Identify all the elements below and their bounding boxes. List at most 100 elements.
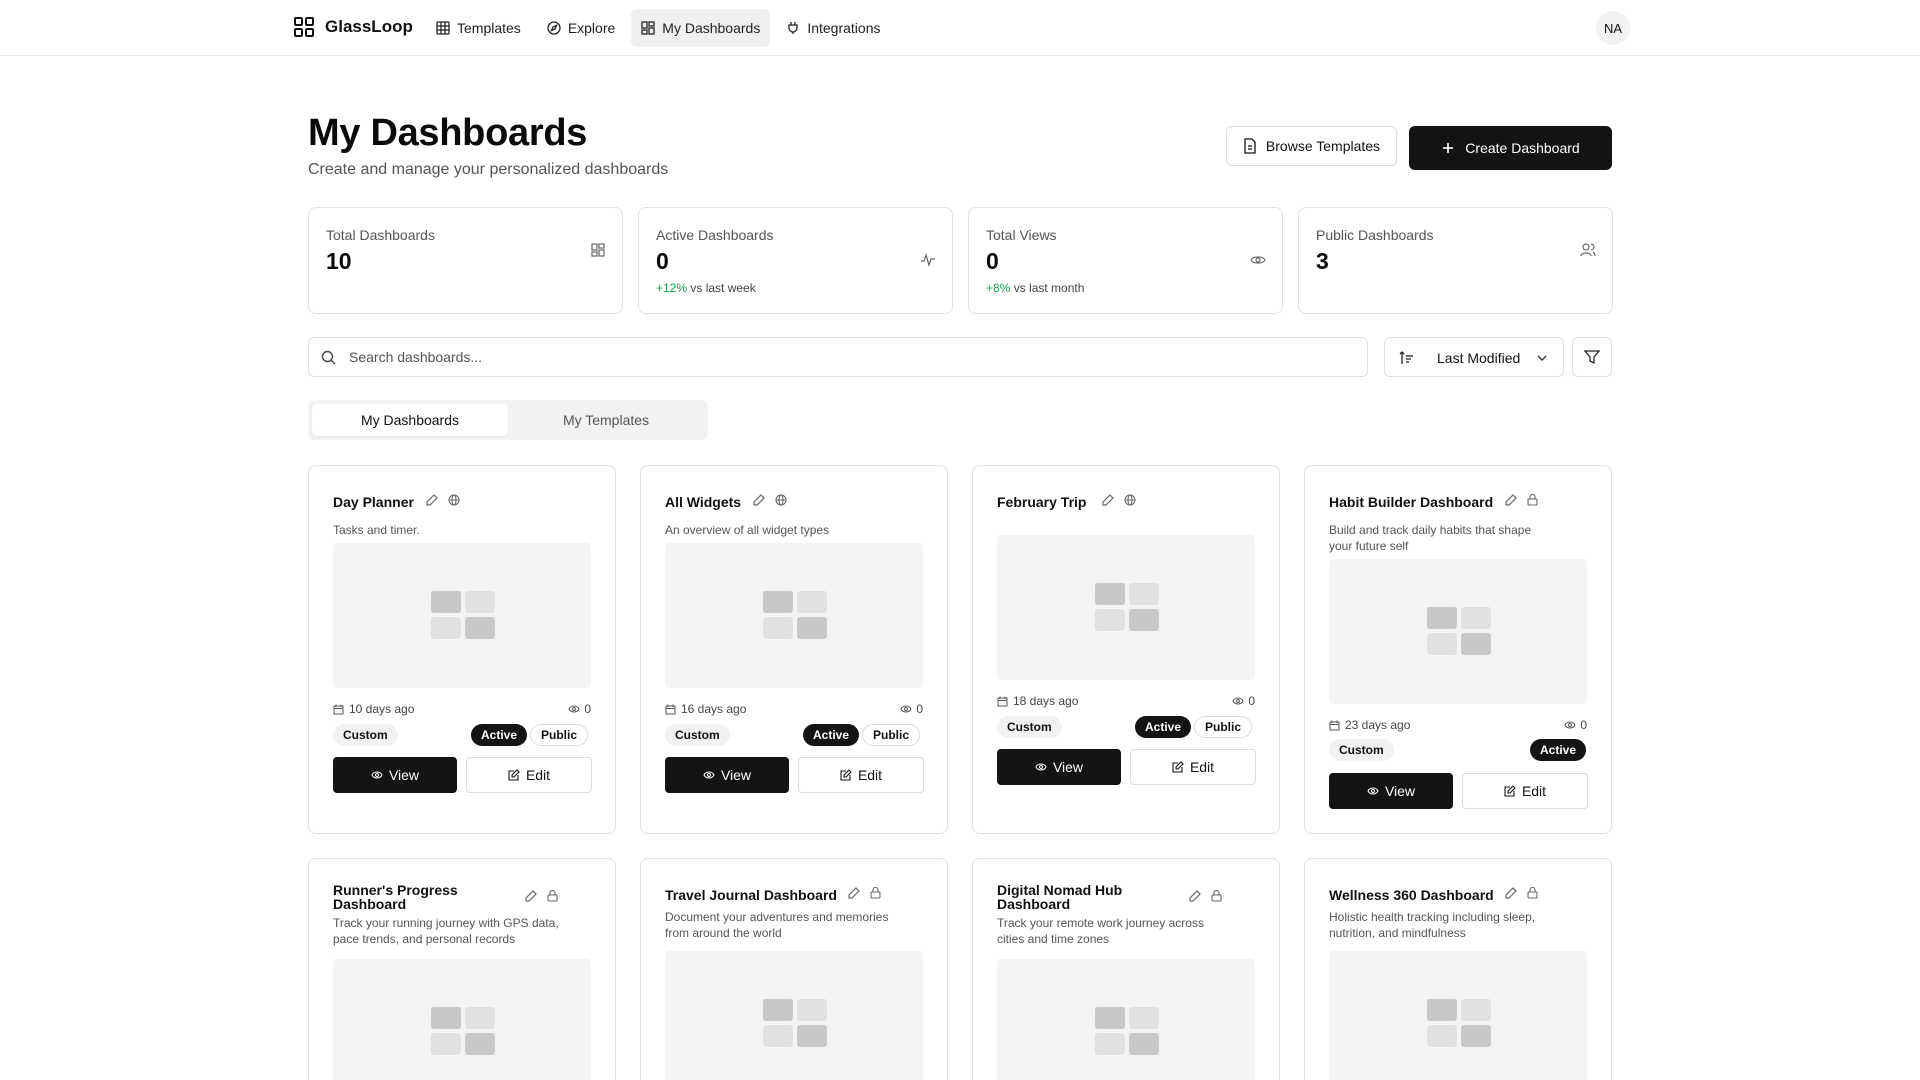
dashboard-card: Runner's Progress Dashboard Track your r… (308, 858, 616, 1080)
card-views-count: 0 (1580, 718, 1587, 732)
tab-my-templates[interactable]: My Templates (508, 404, 704, 436)
card-date-text: 23 days ago (1345, 718, 1411, 732)
pencil-icon[interactable] (426, 494, 438, 506)
card-preview[interactable] (333, 543, 591, 688)
view-label: View (1384, 783, 1416, 799)
chevron-down-icon (1537, 355, 1547, 361)
card-preview[interactable] (333, 959, 591, 1080)
card-preview[interactable] (997, 535, 1255, 680)
card-date: 10 days ago (333, 702, 414, 716)
tab-my-dashboards[interactable]: My Dashboards (312, 404, 508, 436)
dashboard-card: Digital Nomad Hub Dashboard Track your r… (972, 858, 1280, 1080)
users-icon (1580, 243, 1596, 257)
view-label: View (720, 767, 752, 783)
eye-icon (371, 771, 383, 779)
stat-value: 10 (326, 248, 352, 274)
card-title: February Trip (997, 494, 1087, 510)
edit-icon (1504, 785, 1516, 797)
nav-explore[interactable]: Explore (537, 9, 625, 47)
grid-icon (436, 21, 450, 35)
edit-button[interactable]: Edit (798, 757, 924, 793)
search-input[interactable] (349, 338, 1349, 376)
edit-button[interactable]: Edit (1462, 773, 1588, 809)
card-description: Track your running journey with GPS data… (333, 916, 559, 946)
avatar[interactable]: NA (1596, 11, 1630, 45)
card-description: Tasks and timer. (333, 523, 420, 537)
pencil-icon[interactable] (848, 887, 860, 899)
card-date: 23 days ago (1329, 718, 1410, 732)
sort-value: Last Modified (1437, 350, 1521, 366)
card-date-text: 16 days ago (681, 702, 747, 716)
card-preview[interactable] (1329, 951, 1587, 1080)
lock-icon (1527, 494, 1538, 506)
card-date-text: 18 days ago (1013, 694, 1079, 708)
view-button[interactable]: View (1329, 773, 1453, 809)
card-visibility-badge: Public (862, 724, 921, 746)
pencil-icon[interactable] (1505, 887, 1517, 899)
eye-icon (568, 705, 580, 713)
stat-change-suffix: vs last week (687, 281, 756, 295)
edit-icon (1172, 761, 1184, 773)
stat-change: +8% vs last month (986, 281, 1084, 295)
pencil-icon[interactable] (1505, 494, 1517, 506)
card-title: Wellness 360 Dashboard (1329, 887, 1494, 903)
stat-change: +12% vs last week (656, 281, 756, 295)
stat-label: Public Dashboards (1316, 227, 1434, 243)
nav-explore-label: Explore (567, 20, 616, 36)
card-preview[interactable] (665, 543, 923, 688)
view-button[interactable]: View (665, 757, 789, 793)
nav-integrations[interactable]: Integrations (776, 9, 890, 47)
stat-total-views: Total Views 0 +8% vs last month (968, 207, 1283, 314)
preview-placeholder-icon (1427, 999, 1493, 1049)
card-visibility-badge: Public (1194, 716, 1253, 738)
edit-icon (840, 769, 852, 781)
card-preview[interactable] (1329, 559, 1587, 704)
card-preview[interactable] (665, 951, 923, 1080)
brand[interactable]: GlassLoop (293, 16, 413, 38)
card-preview[interactable] (997, 959, 1255, 1080)
eye-icon (703, 771, 715, 779)
pencil-icon[interactable] (525, 890, 537, 902)
pencil-icon[interactable] (1102, 494, 1114, 506)
create-dashboard-button[interactable]: Create Dashboard (1409, 126, 1612, 170)
edit-label: Edit (525, 767, 551, 783)
edit-button[interactable]: Edit (1130, 749, 1256, 785)
stat-label: Total Views (986, 227, 1057, 243)
card-views-count: 0 (916, 702, 923, 716)
pencil-icon[interactable] (1189, 890, 1201, 902)
preview-placeholder-icon (1427, 607, 1493, 657)
card-title: Travel Journal Dashboard (665, 887, 837, 903)
nav-integrations-label: Integrations (807, 20, 881, 36)
card-description: Track your remote work journey across ci… (997, 916, 1204, 946)
nav-templates[interactable]: Templates (426, 9, 531, 47)
card-status-badge: Active (1530, 739, 1587, 761)
calendar-icon (665, 704, 676, 714)
view-button[interactable]: View (333, 757, 457, 793)
browse-templates-button[interactable]: Browse Templates (1226, 126, 1397, 166)
eye-icon (1367, 787, 1379, 795)
card-type-badge: Custom (333, 724, 398, 746)
globe-icon (448, 494, 460, 506)
nav-my-dashboards[interactable]: My Dashboards (631, 9, 771, 47)
card-description: Build and track daily habits that shape … (1329, 523, 1532, 553)
edit-button[interactable]: Edit (466, 757, 592, 793)
edit-label: Edit (1189, 759, 1215, 775)
card-visibility-badge: Public (530, 724, 589, 746)
pencil-icon[interactable] (753, 494, 765, 506)
edit-label: Edit (1521, 783, 1547, 799)
activity-icon (921, 253, 935, 267)
globe-icon (1124, 494, 1136, 506)
card-date: 16 days ago (665, 702, 746, 716)
card-views: 0 (1564, 718, 1587, 732)
view-button[interactable]: View (997, 749, 1121, 785)
filter-button[interactable] (1572, 337, 1612, 377)
sort-select[interactable]: Last Modified (1384, 337, 1564, 377)
stat-value: 0 (986, 248, 999, 274)
globe-icon (775, 494, 787, 506)
stat-total-dashboards: Total Dashboards 10 (308, 207, 623, 314)
plug-icon (788, 22, 798, 34)
lock-icon (547, 890, 558, 902)
card-views: 0 (568, 702, 591, 716)
dashboard-card: Wellness 360 Dashboard Holistic health t… (1304, 858, 1612, 1080)
eye-icon (1250, 256, 1266, 264)
